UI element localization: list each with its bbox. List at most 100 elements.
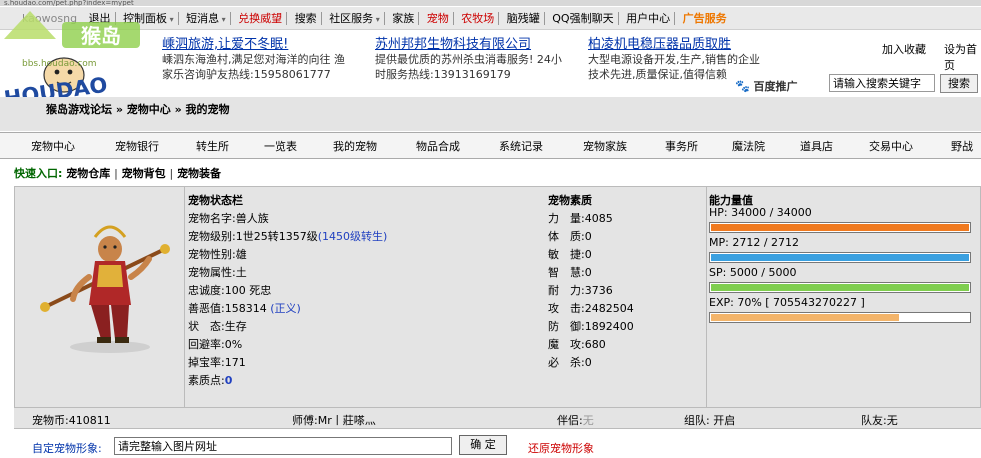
pet-state-row: 状 态:生存 bbox=[188, 318, 247, 334]
teammate-info: 队友:无 bbox=[861, 412, 898, 428]
custom-avatar-label: 自定宠物形象: bbox=[32, 442, 102, 455]
coins-value: 410811 bbox=[68, 414, 111, 427]
quality-label: 体 质: bbox=[548, 230, 585, 243]
menu-pet-family[interactable]: 宠物家族 bbox=[583, 138, 627, 154]
quality-row-constitution: 体 质:0 bbox=[548, 228, 592, 244]
menu-office[interactable]: 事务所 bbox=[665, 138, 698, 154]
confirm-button[interactable]: 确 定 bbox=[459, 435, 507, 455]
pet-menu-bar: 宠物中心 宠物银行 转生所 一览表 我的宠物 物品合成 系统记录 宠物家族 事务… bbox=[0, 132, 981, 159]
custom-avatar-url-input[interactable] bbox=[114, 437, 452, 455]
top-nav-ad-service[interactable]: 广告服务 bbox=[679, 12, 731, 25]
pet-level-rebirth: (1450级转生) bbox=[317, 230, 388, 243]
pet-image-box bbox=[15, 187, 185, 407]
pet-karma-value: 158314 bbox=[224, 302, 267, 315]
pet-state-value: 生存 bbox=[224, 320, 247, 333]
sp-bar bbox=[709, 282, 971, 293]
pet-points-label: 素质点: bbox=[188, 374, 225, 387]
pet-drop-row: 掉宝率:171 bbox=[188, 354, 246, 370]
pet-karma-label: 善恶值: bbox=[188, 302, 225, 315]
menu-item-synthesis[interactable]: 物品合成 bbox=[416, 138, 460, 154]
quality-value: 0 bbox=[584, 230, 592, 243]
pet-drop-value: 171 bbox=[224, 356, 246, 369]
baidu-promo-label: 百度推广 bbox=[753, 80, 798, 93]
menu-trade-center[interactable]: 交易中心 bbox=[869, 138, 913, 154]
top-nav-farm[interactable]: 农牧场 bbox=[457, 12, 500, 25]
pet-loyalty-value: 100 死忠 bbox=[224, 284, 272, 297]
menu-magic-academy[interactable]: 魔法院 bbox=[732, 138, 765, 154]
top-nav-pet[interactable]: 宠物 bbox=[422, 12, 454, 25]
search-input[interactable] bbox=[829, 74, 935, 92]
menu-rebirth-house[interactable]: 转生所 bbox=[196, 138, 229, 154]
coins-label: 宠物币: bbox=[32, 414, 69, 427]
quality-row-strength: 力 量:4085 bbox=[548, 210, 613, 226]
ad-1-title[interactable]: 嵊泗旅游,让爱不冬眠! bbox=[162, 33, 367, 52]
pet-portrait bbox=[40, 225, 170, 353]
quality-label: 魔 攻: bbox=[548, 338, 585, 351]
ad-block-2[interactable]: 苏州邦邦生物科技有限公司 提供最优质的苏州杀虫消毒服务! 24小 时服务热线:1… bbox=[375, 33, 580, 82]
status-title: 宠物状态栏 bbox=[188, 194, 243, 207]
exp-bar-fill bbox=[711, 314, 899, 321]
pet-name-row: 宠物名字:兽人族 bbox=[188, 210, 269, 226]
ad-block-1[interactable]: 嵊泗旅游,让爱不冬眠! 嵊泗东海渔村,满足您对海洋的向往 渔 家乐咨询驴友热线:… bbox=[162, 33, 367, 82]
quality-row-endurance: 耐 力:3736 bbox=[548, 282, 613, 298]
ad-1-desc-line2: 家乐咨询驴友热线:15958061777 bbox=[162, 68, 331, 81]
sp-text: SP: 5000 / 5000 bbox=[709, 266, 797, 279]
partner-label: 伴侣: bbox=[557, 414, 583, 427]
ad-3-title[interactable]: 柏凌机电稳压器品质取胜 bbox=[588, 33, 760, 52]
pet-level-row: 宠物级别:1世25转1357级(1450级转生) bbox=[188, 228, 387, 244]
baidu-promo[interactable]: 🐾 百度推广 bbox=[735, 78, 797, 94]
pet-dodge-row: 回避率:0% bbox=[188, 336, 242, 352]
ad-block-3[interactable]: 柏凌机电稳压器品质取胜 大型电源设备开发,生产,销售的企业 技术先进,质量保证,… bbox=[588, 33, 760, 82]
top-nav-community-services[interactable]: 社区服务 bbox=[325, 12, 385, 25]
quality-label: 攻 击: bbox=[548, 302, 585, 315]
master-value[interactable]: Mr丨莊嗏灬 bbox=[318, 414, 376, 427]
pet-name-value: 兽人族 bbox=[235, 212, 269, 225]
quick-link-equipment[interactable]: 宠物装备 bbox=[177, 167, 221, 180]
pet-footer-bar bbox=[14, 408, 981, 429]
quality-label: 防 御: bbox=[548, 320, 585, 333]
teammate-label: 队友: bbox=[861, 414, 887, 427]
pet-attr-row: 宠物属性:土 bbox=[188, 264, 247, 280]
quality-value: 680 bbox=[584, 338, 606, 351]
menu-pet-bank[interactable]: 宠物银行 bbox=[115, 138, 159, 154]
quick-entry-label: 快速入口: bbox=[14, 167, 63, 180]
hp-text: HP: 34000 / 34000 bbox=[709, 206, 812, 219]
quality-value: 1892400 bbox=[584, 320, 634, 333]
ad-3-desc-line1: 大型电源设备开发,生产,销售的企业 bbox=[588, 53, 760, 66]
menu-item-shop[interactable]: 道具店 bbox=[800, 138, 833, 154]
quality-row-critical: 必 杀:0 bbox=[548, 354, 592, 370]
top-nav-search[interactable]: 搜索 bbox=[290, 12, 322, 25]
pet-loyalty-row: 忠诚度:100 死忠 bbox=[188, 282, 271, 298]
pet-gender-label: 宠物性别: bbox=[188, 248, 236, 261]
team-label: 组队: bbox=[684, 414, 710, 427]
pet-dodge-value: 0% bbox=[224, 338, 243, 351]
menu-pet-center[interactable]: 宠物中心 bbox=[31, 138, 75, 154]
menu-overview[interactable]: 一览表 bbox=[264, 138, 297, 154]
team-value: 开启 bbox=[713, 414, 736, 427]
top-nav-brain-jar[interactable]: 脑残罐 bbox=[502, 12, 545, 25]
top-nav-qq-chat[interactable]: QQ强制聊天 bbox=[548, 12, 619, 25]
menu-field-battle[interactable]: 野战 bbox=[951, 138, 973, 154]
top-nav-exchange-prestige[interactable]: 兑换威望 bbox=[234, 12, 288, 25]
menu-my-pet[interactable]: 我的宠物 bbox=[333, 138, 377, 154]
pet-level-label: 宠物级别: bbox=[188, 230, 236, 243]
quick-link-backpack[interactable]: 宠物背包 bbox=[122, 167, 166, 180]
quick-link-warehouse[interactable]: 宠物仓库 bbox=[66, 167, 110, 180]
breadcrumb[interactable]: 猴岛游戏论坛 » 宠物中心 » 我的宠物 bbox=[46, 101, 230, 117]
top-nav-family[interactable]: 家族 bbox=[388, 12, 420, 25]
add-favorite-link[interactable]: 加入收藏 bbox=[882, 41, 926, 57]
houdao-logo[interactable]: 猴岛 HOUDAO bbs.houdao.com bbox=[0, 5, 150, 111]
ad-2-desc-line2: 时服务热线:13913169179 bbox=[375, 68, 511, 81]
pet-attr-value: 土 bbox=[235, 266, 247, 279]
search-button[interactable]: 搜索 bbox=[940, 74, 978, 93]
hp-bar bbox=[709, 222, 971, 233]
pet-drop-label: 掉宝率: bbox=[188, 356, 225, 369]
set-homepage-link[interactable]: 设为首页 bbox=[944, 41, 981, 73]
menu-system-log[interactable]: 系统记录 bbox=[499, 138, 543, 154]
quality-label: 敏 捷: bbox=[548, 248, 585, 261]
top-nav-user-center[interactable]: 用户中心 bbox=[622, 12, 676, 25]
restore-avatar-link[interactable]: 还原宠物形象 bbox=[528, 440, 594, 456]
top-nav-messages[interactable]: 短消息 bbox=[182, 12, 231, 25]
ad-2-title[interactable]: 苏州邦邦生物科技有限公司 bbox=[375, 33, 580, 52]
pet-points-value: 0 bbox=[224, 374, 233, 387]
